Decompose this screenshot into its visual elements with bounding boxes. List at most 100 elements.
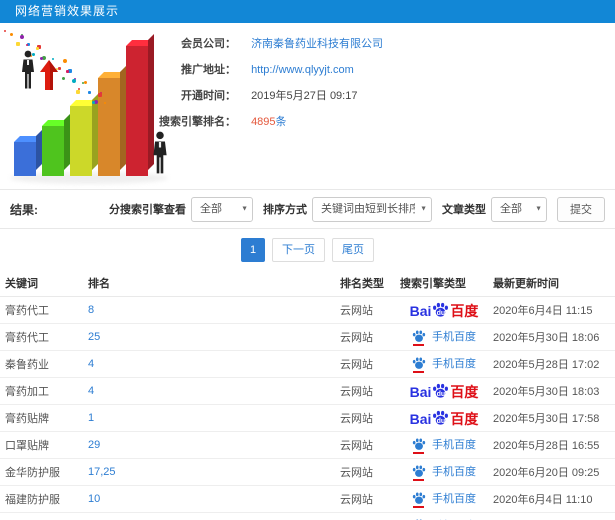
- table-row: 膏药贴牌 1 云网站 Bai du 百度 2020年5月30日 17:58: [0, 404, 615, 432]
- rank-count-row: 搜索引擎排名： 4895条: [140, 109, 383, 135]
- keyword-cell: 秦鲁药业: [0, 350, 83, 378]
- mobile-baidu-paw-icon: [412, 491, 426, 508]
- baidu-paw-icon: du: [432, 301, 449, 318]
- company-link[interactable]: 济南秦鲁药业科技有限公司: [251, 38, 383, 50]
- baidu-paw-icon: du: [432, 409, 449, 426]
- mobile-baidu-paw-icon: [412, 464, 426, 481]
- updated-cell: 2020年6月4日 11:10: [488, 485, 615, 513]
- filter-bar: 结果: 分搜索引擎查看 全部 ▼ 排序方式 关键词由短到长排序 ▼ 文章类型 全…: [0, 189, 615, 229]
- table-row: 膏药代工 25 云网站 手机百度 2020年5月30日 18:06: [0, 323, 615, 351]
- engine-cell: 手机百度: [395, 431, 488, 459]
- page-title: 网络营销效果展示: [0, 0, 615, 23]
- mobile-baidu-logo: 手机百度: [412, 436, 476, 454]
- next-page-button[interactable]: 下一页: [272, 238, 325, 262]
- filter-controls: 分搜索引擎查看 全部 ▼ 排序方式 关键词由短到长排序 ▼ 文章类型 全部 ▼: [99, 196, 605, 222]
- rank-link[interactable]: 8: [88, 304, 94, 316]
- engine-cell: Bai du 百度: [395, 377, 488, 405]
- header-engine-type: 搜索引擎类型: [395, 271, 488, 297]
- keyword-cell: 膏药加工: [0, 377, 83, 405]
- page-1-button[interactable]: 1: [241, 238, 265, 262]
- chart-bar: [14, 130, 42, 176]
- table-row: 福建防护服 10 云网站 手机百度 2020年6月4日 11:10: [0, 485, 615, 513]
- rank-type-cell: 云网站: [335, 296, 395, 324]
- promo-url-row: 推广地址： http://www.qlyyjt.com: [140, 57, 383, 83]
- rank-cell: 10: [83, 485, 335, 513]
- open-time-label: 开通时间：: [181, 90, 236, 102]
- businessman-right-icon: [153, 131, 167, 174]
- sort-filter-label: 排序方式: [263, 204, 307, 216]
- rank-link[interactable]: 29: [88, 439, 100, 451]
- header-rank: 排名: [83, 271, 335, 297]
- article-type-select[interactable]: 全部: [491, 196, 547, 222]
- result-label: 结果:: [10, 202, 38, 217]
- updated-cell: 2020年5月30日 18:03: [488, 377, 615, 405]
- mobile-baidu-logo: 手机百度: [412, 463, 476, 481]
- keyword-cell: 膏药贴牌: [0, 404, 83, 432]
- rank-link[interactable]: 17,25: [88, 466, 116, 478]
- rank-link[interactable]: 25: [88, 331, 100, 343]
- rank-link[interactable]: 4: [88, 385, 94, 397]
- baidu-logo: Bai du 百度: [409, 409, 479, 427]
- table-row: 膏药代工 8 云网站 Bai du 百度 2020年6月4日 11:15: [0, 296, 615, 324]
- updated-cell: [488, 512, 615, 520]
- engine-cell: Bai du 百度: [395, 404, 488, 432]
- chart-bar: [42, 114, 70, 176]
- promo-url-link[interactable]: http://www.qlyyjt.com: [251, 64, 354, 76]
- header-rank-type: 排名类型: [335, 271, 395, 297]
- marketing-report-page: 网络营销效果展示 会员公司： 济南秦鲁药业科技有限公司 推广地址： http:/…: [0, 0, 615, 520]
- keyword-cell: 金华防护服: [0, 458, 83, 486]
- pagination: 1 下一页 尾页: [0, 229, 615, 271]
- rank-type-cell: [335, 512, 395, 520]
- mobile-baidu-paw-icon: [412, 329, 426, 346]
- table-header-row: 关键词 排名 排名类型 搜索引擎类型 最新更新时间: [0, 271, 615, 297]
- updated-cell: 2020年5月30日 17:58: [488, 404, 615, 432]
- mobile-baidu-logo: 手机百度: [412, 355, 476, 373]
- businessman-left-icon: [22, 50, 34, 89]
- table-row: 口罩贴牌 29 云网站 手机百度 2020年5月28日 16:55: [0, 431, 615, 459]
- keyword-cell: 膏药代工: [0, 323, 83, 351]
- sort-filter-select[interactable]: 关键词由短到长排序: [312, 196, 432, 222]
- last-page-button[interactable]: 尾页: [332, 238, 374, 262]
- open-time-row: 开通时间： 2019年5月27日 09:17: [140, 83, 383, 109]
- rank-type-cell: 云网站: [335, 404, 395, 432]
- rank-type-cell: 云网站: [335, 350, 395, 378]
- mobile-baidu-logo: 手机百度: [412, 490, 476, 508]
- rank-type-cell: 云网站: [335, 323, 395, 351]
- engine-cell: 手机百度: [395, 512, 488, 520]
- updated-cell: 2020年6月20日 09:25: [488, 458, 615, 486]
- rank-cell: 29: [83, 431, 335, 459]
- rank-count-label: 搜索引擎排名：: [159, 116, 236, 128]
- member-info-panel: 会员公司： 济南秦鲁药业科技有限公司 推广地址： http://www.qlyy…: [140, 31, 383, 135]
- mobile-baidu-paw-icon: [412, 437, 426, 454]
- growth-arrow-icon: [40, 60, 58, 90]
- submit-button[interactable]: 提交: [557, 196, 605, 222]
- engine-cell: 手机百度: [395, 485, 488, 513]
- mobile-baidu-logo: 手机百度: [412, 517, 476, 520]
- mobile-baidu-logo: 手机百度: [412, 328, 476, 346]
- rank-type-cell: 云网站: [335, 431, 395, 459]
- table-row: 膏药加工 4 云网站 Bai du 百度 2020年5月30日 18:03: [0, 377, 615, 405]
- table-row: 秦鲁药业 4 云网站 手机百度 2020年5月28日 17:02: [0, 350, 615, 378]
- results-table-body: 膏药代工 8 云网站 Bai du 百度 2020年6月4日 11:15 膏药代工 25 云网站手…: [0, 296, 615, 520]
- rank-type-cell: 云网站: [335, 458, 395, 486]
- promo-url-label: 推广地址：: [181, 64, 236, 76]
- updated-cell: 2020年5月28日 17:02: [488, 350, 615, 378]
- chart-bar: [70, 94, 98, 176]
- updated-cell: 2020年5月28日 16:55: [488, 431, 615, 459]
- baidu-logo: Bai du 百度: [409, 383, 479, 400]
- mobile-baidu-paw-icon: [412, 356, 426, 373]
- rank-type-cell: 云网站: [335, 485, 395, 513]
- summary-section: 会员公司： 济南秦鲁药业科技有限公司 推广地址： http://www.qlyy…: [0, 23, 615, 189]
- rank-link[interactable]: 4: [88, 358, 94, 370]
- table-row: 金华防护服 17,25 云网站 手机百度 2020年6月20日 09:25: [0, 458, 615, 486]
- company-label: 会员公司：: [181, 38, 236, 50]
- rank-link[interactable]: 1: [88, 412, 94, 424]
- rank-link[interactable]: 10: [88, 493, 100, 505]
- rank-cell: 4: [83, 350, 335, 378]
- updated-cell: 2020年5月30日 18:06: [488, 323, 615, 351]
- rank-cell: 25: [83, 323, 335, 351]
- engine-filter-label: 分搜索引擎查看: [109, 204, 186, 216]
- engine-filter-select[interactable]: 全部: [191, 196, 253, 222]
- header-updated: 最新更新时间: [488, 271, 615, 297]
- keyword-cell: 口罩贴牌: [0, 431, 83, 459]
